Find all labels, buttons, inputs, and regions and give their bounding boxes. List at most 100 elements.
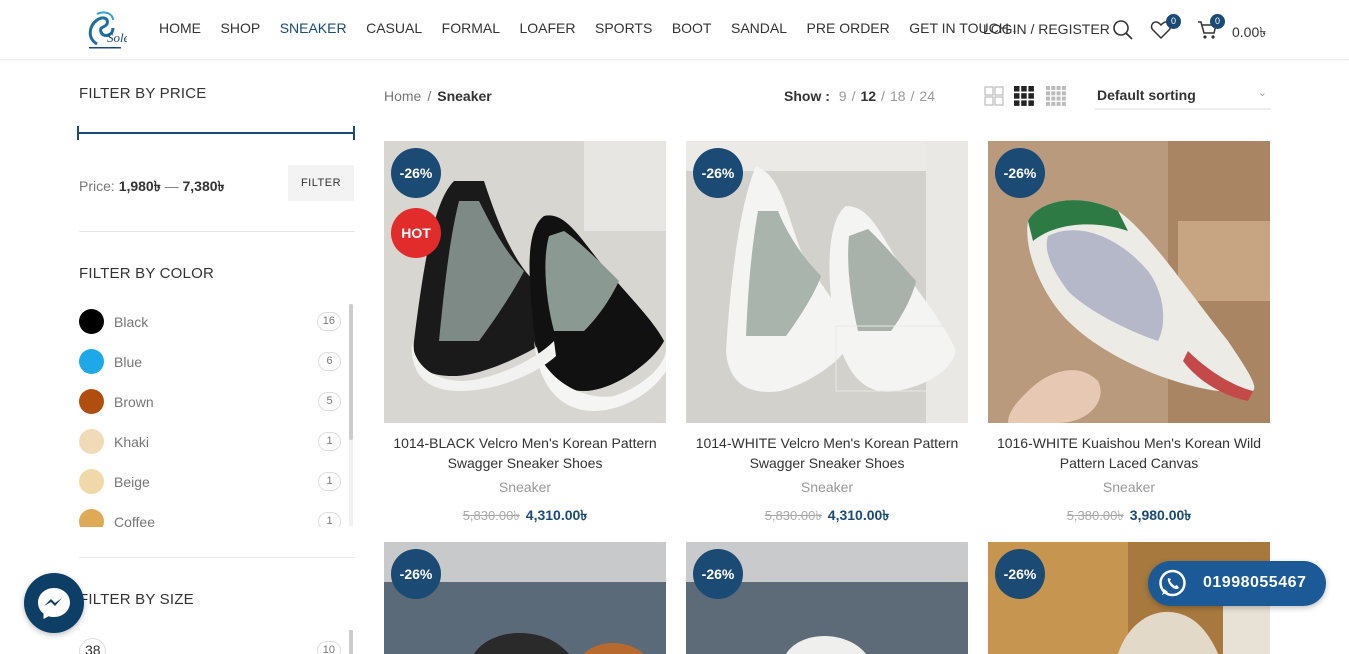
color-name: Brown: [114, 394, 154, 410]
price-dash: —: [164, 178, 179, 194]
color-swatch: [79, 469, 104, 494]
price-slider-max-handle[interactable]: [353, 126, 355, 140]
color-name: Beige: [114, 474, 150, 490]
color-count: 1: [318, 472, 341, 491]
product-price: 5,830.00৳ 4,310.00৳: [686, 504, 968, 528]
old-price: 5,830.00৳: [462, 508, 520, 523]
product-name[interactable]: 1014-BLACK Velcro Men's Korean Pattern S…: [384, 433, 666, 473]
breadcrumb-separator: /: [427, 88, 432, 104]
size-item-38[interactable]: 38 10: [79, 638, 341, 654]
sale-price: 4,310.00৳: [525, 507, 588, 523]
divider: [79, 231, 355, 232]
product-image[interactable]: -26%: [384, 542, 666, 654]
product-name[interactable]: 1016-WHITE Kuaishou Men's Korean Wild Pa…: [988, 433, 1270, 473]
messenger-chat-button[interactable]: [24, 573, 84, 633]
size-count: 10: [316, 641, 341, 654]
nav-boot[interactable]: BOOT: [672, 20, 712, 36]
sort-select[interactable]: Default sorting ⌄: [1095, 80, 1271, 110]
color-name: Coffee: [114, 514, 155, 527]
color-name: Black: [114, 314, 149, 330]
price-slider-track[interactable]: [79, 132, 355, 134]
filter-button[interactable]: FILTER: [288, 165, 354, 201]
nav-sports[interactable]: SPORTS: [595, 20, 652, 36]
price-max: 7,380৳: [182, 178, 225, 194]
product-price: 5,380.00৳ 3,980.00৳: [988, 504, 1270, 528]
show-option-24[interactable]: 24: [919, 88, 935, 104]
product-card[interactable]: -26%: [686, 542, 968, 654]
color-count: 16: [316, 312, 341, 331]
product-image[interactable]: -26%: [686, 141, 968, 423]
nav-sneaker[interactable]: SNEAKER: [280, 20, 347, 36]
color-item-coffee[interactable]: Coffee 1: [79, 509, 341, 527]
cart-count-badge: 0: [1210, 14, 1225, 29]
price-range-text: Price: 1,980৳ — 7,380৳: [79, 175, 225, 199]
size-name: 38: [85, 642, 101, 654]
messenger-icon: [38, 588, 70, 619]
site-logo[interactable]: Sole: [83, 8, 130, 52]
nav-loafer[interactable]: LOAFER: [519, 20, 575, 36]
sale-price: 4,310.00৳: [827, 507, 890, 523]
grid-3-icon[interactable]: [1014, 86, 1034, 106]
color-name: Khaki: [114, 434, 150, 450]
product-category[interactable]: Sneaker: [384, 479, 666, 495]
product-card[interactable]: -26%: [384, 542, 666, 654]
divider: [79, 557, 355, 558]
wishlist-count-badge: 0: [1166, 14, 1181, 29]
show-option-12[interactable]: 12: [860, 88, 876, 104]
product-image[interactable]: -26%: [988, 141, 1270, 423]
product-category[interactable]: Sneaker: [988, 479, 1270, 495]
chevron-down-icon: ⌄: [1257, 87, 1267, 99]
grid-2-icon[interactable]: [984, 86, 1004, 106]
color-item-khaki[interactable]: Khaki 1: [79, 429, 341, 455]
breadcrumb-home[interactable]: Home: [384, 88, 421, 104]
whatsapp-button[interactable]: 01998055467: [1148, 561, 1326, 606]
nav-formal[interactable]: FORMAL: [442, 20, 500, 36]
color-swatch: [79, 389, 104, 414]
breadcrumb-current: Sneaker: [437, 88, 492, 104]
discount-badge: -26%: [391, 148, 441, 198]
color-list-scrollbar-thumb[interactable]: [349, 304, 353, 440]
old-price: 5,830.00৳: [764, 508, 822, 523]
discount-badge: -26%: [995, 549, 1045, 599]
search-icon[interactable]: [1112, 19, 1134, 41]
color-item-black[interactable]: Black 16: [79, 309, 341, 335]
site-header: Sole HOME SHOP SNEAKER CASUAL FORMAL LOA…: [0, 0, 1349, 60]
show-option-9[interactable]: 9: [839, 88, 847, 104]
cart-total[interactable]: 0.00৳: [1232, 21, 1266, 45]
discount-badge: -26%: [693, 148, 743, 198]
color-name: Blue: [114, 354, 143, 370]
show-option-18[interactable]: 18: [890, 88, 906, 104]
color-count: 1: [318, 512, 341, 527]
nav-casual[interactable]: CASUAL: [366, 20, 422, 36]
color-count: 1: [318, 432, 341, 451]
color-swatch: [79, 309, 104, 334]
color-item-beige[interactable]: Beige 1: [79, 469, 341, 495]
product-image[interactable]: -26%: [686, 542, 968, 654]
nav-sandal[interactable]: SANDAL: [731, 20, 787, 36]
nav-pre-order[interactable]: PRE ORDER: [807, 20, 890, 36]
login-register-link[interactable]: LOGIN / REGISTER: [983, 21, 1110, 37]
size-list-scrollbar[interactable]: [349, 630, 353, 654]
discount-badge: -26%: [693, 549, 743, 599]
color-item-brown[interactable]: Brown 5: [79, 389, 341, 415]
price-slider-min-handle[interactable]: [77, 126, 79, 140]
nav-shop[interactable]: SHOP: [221, 20, 261, 36]
nav-home[interactable]: HOME: [159, 20, 201, 36]
price-label: Price:: [79, 178, 115, 194]
per-page-selector: Show : 9/12/18/24: [784, 88, 935, 104]
whatsapp-icon: [1150, 561, 1195, 606]
grid-4-icon[interactable]: [1046, 86, 1066, 106]
product-price: 5,830.00৳ 4,310.00৳: [384, 504, 666, 528]
product-image[interactable]: -26% HOT: [384, 141, 666, 423]
hot-badge: HOT: [391, 208, 441, 258]
filter-by-color-title: FILTER BY COLOR: [79, 265, 214, 282]
color-swatch: [79, 349, 104, 374]
logo-text: Sole: [107, 30, 127, 45]
product-category[interactable]: Sneaker: [686, 479, 968, 495]
product-name[interactable]: 1014-WHITE Velcro Men's Korean Pattern S…: [686, 433, 968, 473]
color-swatch: [79, 429, 104, 454]
discount-badge: -26%: [391, 549, 441, 599]
main-nav: HOME SHOP SNEAKER CASUAL FORMAL LOAFER S…: [159, 20, 1038, 36]
color-swatch: [79, 509, 104, 527]
color-item-blue[interactable]: Blue 6: [79, 349, 341, 375]
